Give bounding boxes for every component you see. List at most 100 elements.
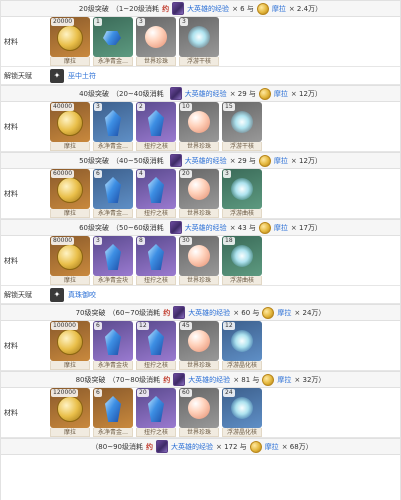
material-item[interactable]: 20 扭拧之核 [136,388,176,437]
material-item[interactable]: 80000 摩拉 [50,236,90,285]
exp-count: × 60 与 [233,308,260,317]
material-icon: 6 [93,388,133,428]
pearl-icon [188,397,210,419]
mora-coin-icon [256,2,269,15]
exp-item-link[interactable]: 大英雄的经验 [188,375,230,385]
mora-item-link[interactable]: 摩拉 [272,4,286,14]
material-item[interactable]: 3 永净青金块 [93,236,133,285]
material-name: 世界珍珠 [179,142,219,151]
material-item[interactable]: 20 世界珍珠 [179,169,219,218]
material-item[interactable]: 24 浮游晶化核 [222,388,262,437]
material-item[interactable]: 6 永净青金块 [93,321,133,370]
gem-icon [148,396,164,422]
stage-header: 60级突破 （50~60级消耗 大英雄的经验 × 43 与 摩拉 × 17万） [1,219,400,236]
exp-item-link[interactable]: 大英雄的经验 [171,442,213,452]
mora-item-link[interactable]: 摩拉 [274,223,288,233]
stage-header: （80~90级消耗约 大英雄的经验 × 172 与 摩拉 × 68万） [1,438,400,455]
mora-item-link[interactable]: 摩拉 [274,89,288,99]
exp-item-link[interactable]: 大英雄的经验 [185,223,227,233]
exp-item-link[interactable]: 大英雄的经验 [187,4,229,14]
material-icon: 60000 [50,169,90,209]
gem-icon [105,396,121,422]
mora-item-link[interactable]: 摩拉 [277,308,291,318]
mora-coin-icon [57,329,83,355]
material-item[interactable]: 100000 摩拉 [50,321,90,370]
material-item[interactable]: 3 世界珍珠 [136,17,176,66]
material-qty: 30 [180,237,192,245]
material-item[interactable]: 3 永净青金… [93,102,133,151]
stage-level: 60级突破 [79,223,109,232]
material-qty: 3 [223,170,231,178]
material-item[interactable]: 6 永净青金… [93,388,133,437]
material-qty: 24 [223,389,235,397]
material-qty: 6 [94,389,102,397]
material-qty: 120000 [51,389,78,397]
material-icon: 6 [93,321,133,361]
material-item[interactable]: 3 浮游曲核 [222,169,262,218]
mora-coin-icon [57,244,83,270]
exp-item-link[interactable]: 大英雄的经验 [185,156,227,166]
talent-unlock-row: 解锁天赋 ✦ 巫中土符 [1,67,400,85]
material-name: 永净青金… [93,142,133,151]
materials-row: 材料 20000 摩拉 1 永净青金… 3 世界珍珠 3 浮游干核 [1,17,400,67]
material-item[interactable]: 15 浮游干核 [222,102,262,151]
material-item[interactable]: 8 扭拧之核 [136,236,176,285]
material-item[interactable]: 2 扭拧之核 [136,102,176,151]
mora-item-link[interactable]: 摩拉 [277,375,291,385]
mora-coin-icon [249,440,262,453]
exp-book-icon [173,306,186,319]
exp-item-link[interactable]: 大英雄的经验 [188,308,230,318]
material-icon: 15 [222,102,262,142]
material-item[interactable]: 60000 摩拉 [50,169,90,218]
materials-label: 材料 [4,189,18,198]
material-item[interactable]: 6 永净青金… [93,169,133,218]
material-item[interactable]: 60 世界珍珠 [179,388,219,437]
mora-item-link[interactable]: 摩拉 [265,442,279,452]
material-qty: 4 [137,170,145,178]
material-item[interactable]: 30 世界珍珠 [179,236,219,285]
exp-item-link[interactable]: 大英雄的经验 [185,89,227,99]
stage-range: （70~80级消耗 [108,375,161,384]
material-item[interactable]: 18 浮游曲核 [222,236,262,285]
material-name: 永净青金… [93,57,133,66]
material-qty: 60000 [51,170,75,178]
material-name: 永净青金… [93,209,133,218]
material-icon: 1 [93,17,133,57]
mora-item-link[interactable]: 摩拉 [274,156,288,166]
talent-name-link[interactable]: 真珠御咬 [68,290,96,300]
mora-count: × 12万） [290,156,322,165]
material-icon: 18 [222,236,262,276]
material-qty: 2 [137,103,145,111]
materials-list: 120000 摩拉 6 永净青金… 20 扭拧之核 60 世界珍珠 24 浮游晶化核 [47,388,400,437]
material-item[interactable]: 12 浮游晶化核 [222,321,262,370]
material-icon: 20 [179,169,219,209]
material-name: 浮游曲核 [222,276,262,285]
material-item[interactable]: 120000 摩拉 [50,388,90,437]
ascension-table: 20级突破 （1~20级消耗约大英雄的经验 × 6 与摩拉 × 2.4万） 材料 2000… [0,0,401,500]
material-item[interactable]: 4 扭拧之核 [136,169,176,218]
material-item[interactable]: 45 世界珍珠 [179,321,219,370]
materials-label: 材料 [4,122,18,131]
materials-list: 20000 摩拉 1 永净青金… 3 世界珍珠 3 浮游干核 [47,17,400,66]
material-qty: 12 [137,322,149,330]
core-icon [231,178,253,200]
exp-count: × 43 与 [229,223,256,232]
material-item[interactable]: 1 永净青金… [93,17,133,66]
material-item[interactable]: 3 浮游干核 [179,17,219,66]
materials-row: 材料 60000 摩拉 6 永净青金… 4 扭拧之核 20 世界珍珠 3 浮游曲核 [1,169,400,219]
mora-coin-icon [258,154,271,167]
approx-label: 约 [162,4,170,13]
talent-name-link[interactable]: 巫中土符 [68,71,96,81]
core-icon [231,330,253,352]
material-icon: 30 [179,236,219,276]
material-item[interactable]: 10 世界珍珠 [179,102,219,151]
material-qty: 3 [94,103,102,111]
material-icon: 8 [136,236,176,276]
stage-level: 70级突破 [75,308,106,317]
material-item[interactable]: 40000 摩拉 [50,102,90,151]
gem-icon [105,110,121,136]
material-item[interactable]: 20000 摩拉 [50,17,90,66]
material-item[interactable]: 12 扭拧之核 [136,321,176,370]
exp-book-icon [169,154,182,167]
exp-count: × 29 与 [229,89,256,98]
